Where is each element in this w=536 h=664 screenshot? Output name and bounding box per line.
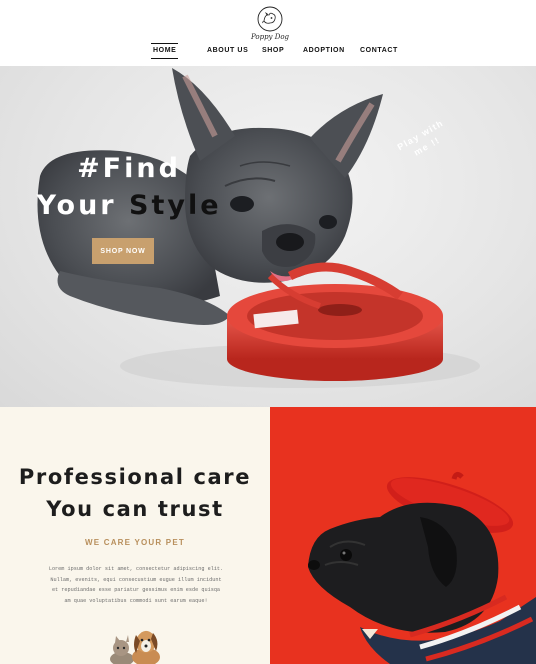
site-header: Poppy Dog HOME ABOUT US SHOP ADOPTION CO… bbox=[0, 0, 536, 66]
care-body-line: Lorem ipsum dolor sit amet, consectetur … bbox=[48, 566, 224, 572]
care-title-line1: Professional care bbox=[18, 465, 252, 489]
care-section: Professional care You can trust WE CARE … bbox=[0, 407, 270, 664]
hero-banner: #Find Your Style SHOP NOW Play with me !… bbox=[0, 66, 536, 407]
hero-title: #Find Your Style bbox=[34, 150, 224, 224]
hero-title-line2-b: Style bbox=[129, 190, 222, 221]
french-bulldog-image bbox=[37, 68, 480, 388]
dog-and-cat-illustration bbox=[110, 630, 160, 664]
care-body: Lorem ipsum dolor sit amet, consectetur … bbox=[48, 564, 224, 606]
main-nav: HOME ABOUT US SHOP ADOPTION CONTACT bbox=[0, 43, 536, 62]
care-body-line: am quae voluptatibus commodi sunt earum … bbox=[64, 597, 208, 604]
care-subtitle: WE CARE YOUR PET bbox=[85, 538, 185, 547]
care-title-line2: You can trust bbox=[46, 497, 224, 521]
hero-title-line2: Your Style bbox=[34, 187, 224, 224]
care-body-line: Nullam, evenits, equi consecustium eugue… bbox=[50, 576, 222, 583]
nav-shop[interactable]: SHOP bbox=[262, 47, 284, 54]
nav-home[interactable]: HOME bbox=[150, 43, 179, 59]
logo-text: Poppy Dog bbox=[250, 33, 290, 41]
dog-head-icon bbox=[257, 6, 283, 32]
black-pug-with-beret-image bbox=[308, 471, 536, 664]
shop-now-button[interactable]: SHOP NOW bbox=[92, 238, 154, 264]
nav-contact[interactable]: CONTACT bbox=[360, 47, 398, 54]
pug-feature-image bbox=[270, 407, 536, 664]
nav-adoption[interactable]: ADOPTION bbox=[303, 47, 345, 54]
logo[interactable]: Poppy Dog bbox=[248, 6, 292, 41]
hero-title-line2-a: Your bbox=[36, 190, 130, 221]
care-body-line: et repudiandae esse pariatur gessimus en… bbox=[51, 587, 221, 593]
care-title: Professional care You can trust bbox=[0, 461, 270, 525]
hero-title-line1: #Find bbox=[77, 153, 181, 184]
nav-about-us[interactable]: ABOUT US bbox=[207, 47, 248, 54]
